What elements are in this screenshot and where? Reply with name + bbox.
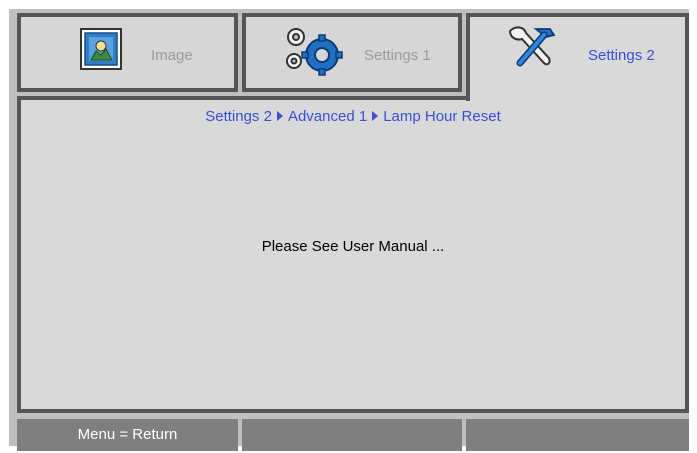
breadcrumb: Settings 2 Advanced 1 Lamp Hour Reset [21, 108, 685, 125]
tab-image-label: Image [151, 47, 193, 64]
breadcrumb-item-settings-2: Settings 2 [205, 108, 272, 125]
footer-cell-3 [466, 419, 689, 451]
image-icon [79, 27, 123, 76]
tab-settings-2[interactable]: Settings 2 [466, 13, 689, 101]
breadcrumb-item-lamp-hour-reset: Lamp Hour Reset [383, 108, 501, 125]
tab-image[interactable]: Image [17, 13, 238, 92]
footer-menu-return: Menu = Return [17, 419, 238, 451]
tab-settings-1-label: Settings 1 [364, 47, 431, 64]
content-panel: Settings 2 Advanced 1 Lamp Hour Reset Plea… [17, 96, 689, 413]
breadcrumb-item-advanced-1: Advanced 1 [287, 108, 368, 125]
footer-cell-2 [242, 419, 462, 451]
gears-icon [284, 25, 346, 82]
triangle-right-icon [372, 111, 379, 121]
tools-icon [502, 23, 558, 80]
tab-settings-1[interactable]: Settings 1 [242, 13, 462, 92]
triangle-right-icon [276, 111, 283, 121]
info-message: Please See User Manual ... [261, 238, 445, 255]
tab-settings-2-label: Settings 2 [588, 47, 655, 64]
